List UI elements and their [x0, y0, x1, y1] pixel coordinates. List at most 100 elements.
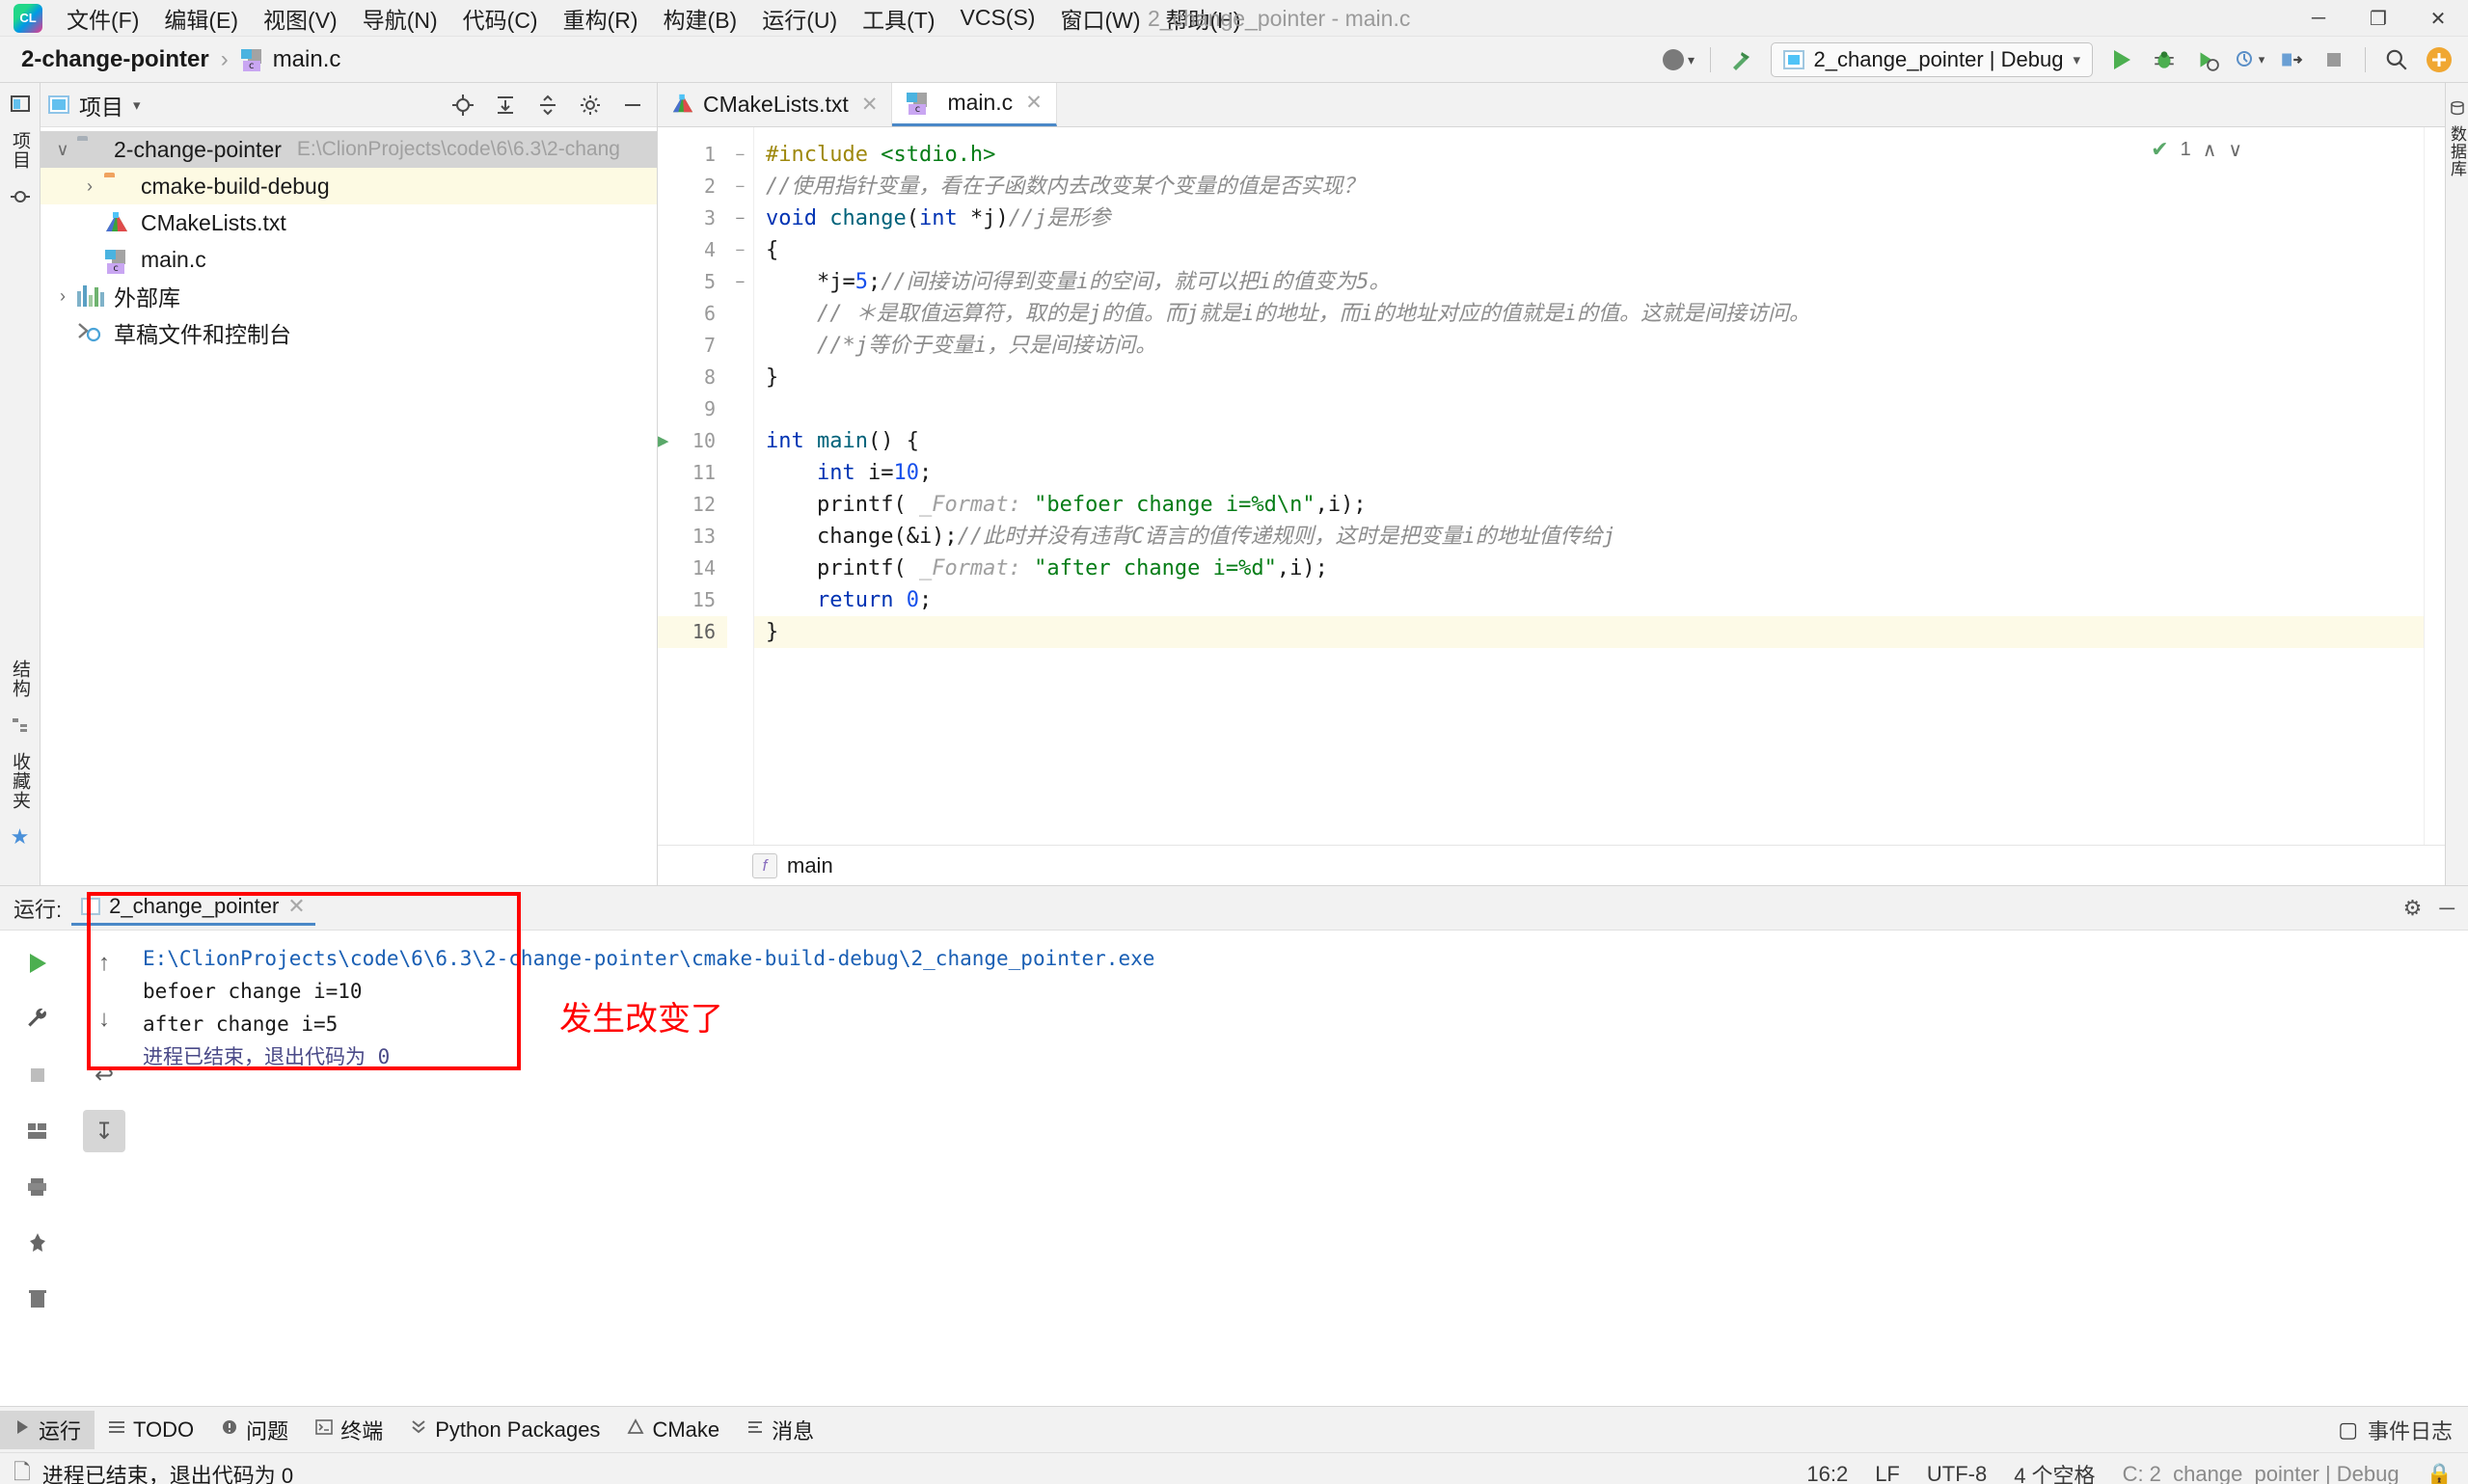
tree-item-2[interactable]: CMakeLists.txt [41, 204, 657, 241]
menu-item-6[interactable]: 构建(B) [651, 0, 750, 38]
sidebar-label-favorites[interactable]: 收藏夹 [7, 752, 33, 810]
menu-item-8[interactable]: 工具(T) [850, 0, 947, 38]
print-icon[interactable] [16, 1166, 59, 1208]
expand-all-icon[interactable] [489, 89, 522, 121]
tree-item-3[interactable]: c main.c [41, 241, 657, 278]
soft-wrap-icon[interactable]: ↩ [83, 1054, 125, 1096]
tool-window-button-0[interactable]: 运行 [0, 1410, 95, 1449]
tree-item-1[interactable]: › cmake-build-debug [41, 168, 657, 204]
close-icon[interactable]: ✕ [287, 894, 305, 919]
code-content[interactable]: #include <stdio.h>//使用指针变量，看在子函数内去改变某个变量… [754, 127, 2424, 845]
code-line[interactable]: printf( _Format: "after change i=%d",i); [754, 553, 2424, 584]
nav-previous-problem-icon[interactable]: ∧ [2203, 138, 2217, 162]
profile-dropdown-button[interactable]: ▾ [2230, 40, 2268, 79]
fold-marker[interactable]: − [727, 266, 753, 298]
run-button[interactable] [2102, 40, 2141, 79]
maximize-button[interactable]: ❐ [2348, 0, 2408, 37]
stop-button[interactable] [2315, 40, 2353, 79]
fold-marker[interactable]: − [727, 202, 753, 234]
code-line[interactable]: void change(int *j)//j是形参 [754, 202, 2424, 234]
console-output[interactable]: E:\ClionProjects\code\6\6.3\2-change-poi… [133, 931, 2468, 1406]
editor-scrollbar[interactable] [2424, 127, 2445, 845]
run-line-marker-icon[interactable]: ▶ [658, 425, 668, 457]
project-tool-icon[interactable] [9, 93, 32, 116]
menu-item-5[interactable]: 重构(R) [551, 0, 651, 38]
run-session-tab[interactable]: 2_change_pointer ✕ [71, 890, 315, 926]
editor-tab-0[interactable]: CMakeLists.txt ✕ [658, 82, 893, 126]
menu-item-2[interactable]: 视图(V) [251, 0, 350, 38]
close-icon[interactable]: ✕ [1025, 91, 1043, 115]
tree-expand-arrow[interactable]: › [75, 176, 104, 197]
indent-setting[interactable]: 4 个空格 [2014, 1459, 2095, 1484]
tool-window-button-3[interactable]: 终端 [302, 1411, 396, 1449]
sidebar-label-structure[interactable]: 结构 [7, 660, 33, 698]
fold-marker[interactable]: − [727, 139, 753, 171]
layout-icon[interactable] [16, 1110, 59, 1152]
code-line[interactable]: printf( _Format: "befoer change i=%d\n",… [754, 489, 2424, 521]
tool-window-button-1[interactable]: TODO [95, 1411, 207, 1449]
gear-icon[interactable] [574, 89, 607, 121]
code-line[interactable]: //使用指针变量，看在子函数内去改变某个变量的值是否实现？ [754, 171, 2424, 202]
code-editor[interactable]: 1 2 3 4 5 6 7 8 9 10 ▶ 11 12 13 14 15 16 − − − − − #include … [658, 127, 2445, 845]
ide-update-button[interactable] [2420, 40, 2458, 79]
build-hammer-icon[interactable] [1722, 40, 1761, 79]
caret-position[interactable]: 16:2 [1806, 1462, 1848, 1484]
menu-item-4[interactable]: 代码(C) [450, 0, 551, 38]
collapse-all-icon[interactable] [531, 89, 564, 121]
tool-window-button-6[interactable]: 消息 [733, 1411, 827, 1449]
sidebar-label-database[interactable]: 数据库 [2445, 125, 2468, 177]
editor-breadcrumb-label[interactable]: main [787, 853, 833, 878]
close-button[interactable]: ✕ [2408, 0, 2468, 37]
build-profile[interactable]: C: 2_change_pointer | Debug [2123, 1462, 2400, 1484]
user-avatar-button[interactable]: ▾ [1660, 40, 1698, 79]
breadcrumb-file[interactable]: main.c [273, 46, 341, 73]
close-icon[interactable]: ✕ [861, 93, 879, 117]
code-line[interactable]: int main() { [754, 425, 2424, 457]
tool-window-button-4[interactable]: Python Packages [396, 1411, 613, 1449]
fold-marker[interactable]: − [727, 171, 753, 202]
editor-tab-1[interactable]: c main.c ✕ [892, 82, 1057, 126]
minimize-button[interactable]: ─ [2289, 0, 2348, 37]
gear-icon[interactable]: ⚙ [2403, 896, 2423, 921]
code-line[interactable]: //*j等价于变量i，只是间接访问。 [754, 330, 2424, 362]
database-icon[interactable] [2446, 96, 2468, 120]
menu-item-3[interactable]: 导航(N) [350, 0, 450, 38]
lock-icon[interactable]: 🔒 [2427, 1462, 2453, 1484]
commit-tool-icon[interactable] [9, 185, 32, 208]
menu-item-10[interactable]: 窗口(W) [1047, 0, 1153, 38]
sidebar-label-project[interactable]: 项目 [7, 131, 33, 170]
run-with-coverage-button[interactable] [2187, 40, 2226, 79]
breadcrumb-project[interactable]: 2-change-pointer [21, 46, 209, 73]
code-folding-column[interactable]: − − − − − [727, 127, 754, 845]
code-line[interactable]: } [754, 616, 2424, 648]
trash-icon[interactable] [16, 1278, 59, 1320]
up-arrow-icon[interactable]: ↑ [83, 942, 125, 985]
stop-icon[interactable] [16, 1054, 59, 1096]
tree-item-5[interactable]: 草稿文件和控制台 [41, 314, 657, 351]
run-configuration-selector[interactable]: 2_change_pointer | Debug ▾ [1770, 42, 2093, 77]
tool-window-button-2[interactable]: 问题 [207, 1411, 302, 1449]
code-line[interactable] [754, 393, 2424, 425]
scroll-to-end-icon[interactable]: ↧ [83, 1110, 125, 1152]
line-separator[interactable]: LF [1875, 1462, 1900, 1484]
tree-item-4[interactable]: › 外部库 [41, 278, 657, 314]
debug-button[interactable] [2145, 40, 2183, 79]
code-line[interactable]: return 0; [754, 584, 2424, 616]
chevron-down-icon[interactable]: ▾ [133, 96, 141, 114]
pin-icon[interactable] [16, 1222, 59, 1264]
search-icon[interactable] [2377, 40, 2416, 79]
minimize-icon[interactable]: ─ [2439, 896, 2454, 921]
fold-marker[interactable]: − [727, 234, 753, 266]
menu-item-9[interactable]: VCS(S) [948, 2, 1048, 34]
menu-item-0[interactable]: 文件(F) [54, 0, 151, 38]
hide-panel-icon[interactable] [616, 89, 649, 121]
menu-item-1[interactable]: 编辑(E) [151, 0, 251, 38]
file-encoding[interactable]: UTF-8 [1927, 1462, 1987, 1484]
event-log-button[interactable]: ▢ 事件日志 [2338, 1415, 2453, 1445]
code-line[interactable]: { [754, 234, 2424, 266]
wrench-icon[interactable] [16, 998, 59, 1040]
menu-item-7[interactable]: 运行(U) [749, 0, 850, 38]
tree-item-0[interactable]: ∨ 2-change-pointer E:\ClionProjects\code\6… [41, 131, 657, 168]
locate-icon[interactable] [447, 89, 479, 121]
code-line[interactable]: // ＊是取值运算符，取的是j的值。而j就是i的地址，而i的地址对应的值就是i的… [754, 298, 2424, 330]
